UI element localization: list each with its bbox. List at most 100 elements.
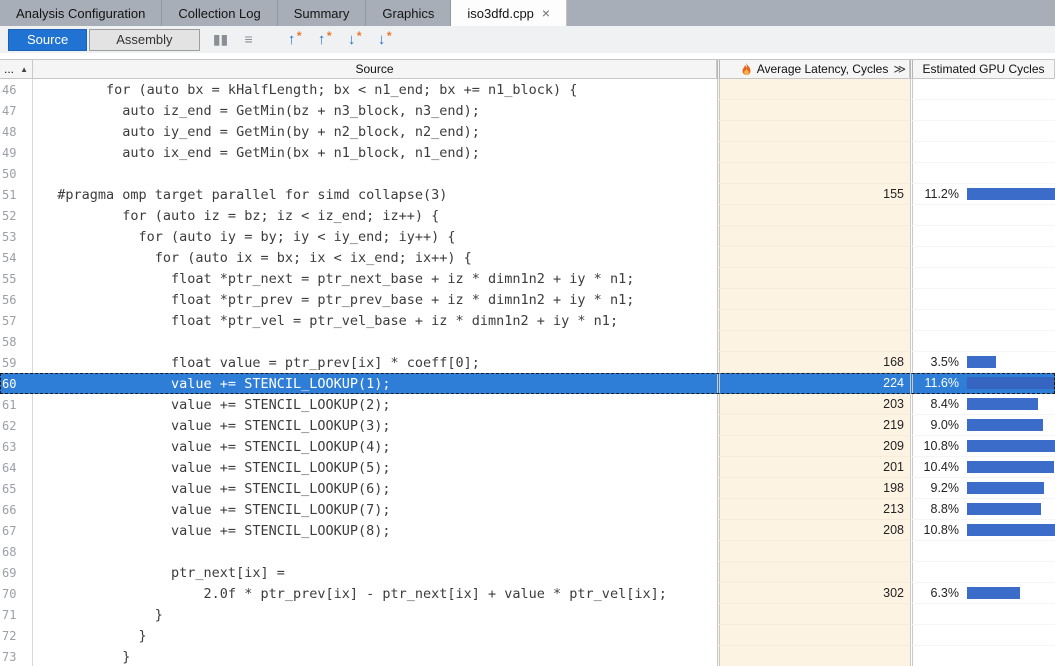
gpu-percent: 11.2% <box>913 187 959 201</box>
table-row[interactable]: 62 value += STENCIL_LOOKUP(3);2199.0% <box>0 415 1055 436</box>
nav-arrow-glyph: ↑ <box>318 31 326 48</box>
gpu-cycles-bar <box>967 587 1020 599</box>
line-number: 48 <box>0 121 33 142</box>
gpu-cycles-bar <box>967 524 1055 536</box>
table-row[interactable]: 56 float *ptr_prev = ptr_prev_base + iz … <box>0 289 1055 310</box>
prev-max-latency-line-icon[interactable]: ↑* <box>280 29 304 51</box>
gpu-cell <box>910 142 1055 163</box>
gpu-cell <box>910 562 1055 583</box>
table-row[interactable]: 69 ptr_next[ix] = <box>0 562 1055 583</box>
latency-value <box>717 100 910 121</box>
source-code: value += STENCIL_LOOKUP(2); <box>33 394 717 415</box>
latency-value <box>717 289 910 310</box>
latency-value <box>717 625 910 646</box>
tab-analysis-configuration[interactable]: Analysis Configuration <box>0 0 162 26</box>
table-row[interactable]: 61 value += STENCIL_LOOKUP(2);2038.4% <box>0 394 1055 415</box>
table-row[interactable]: 64 value += STENCIL_LOOKUP(5);20110.4% <box>0 457 1055 478</box>
table-row[interactable]: 65 value += STENCIL_LOOKUP(6);1989.2% <box>0 478 1055 499</box>
table-row[interactable]: 67 value += STENCIL_LOOKUP(8);20810.8% <box>0 520 1055 541</box>
gpu-cell: 8.8% <box>910 499 1055 520</box>
tab-collection-log[interactable]: Collection Log <box>162 0 277 26</box>
gpu-percent: 11.6% <box>913 376 959 390</box>
table-row[interactable]: 57 float *ptr_vel = ptr_vel_base + iz * … <box>0 310 1055 331</box>
table-row[interactable]: 53 for (auto iy = by; iy < iy_end; iy++)… <box>0 226 1055 247</box>
nav-arrow-glyph: ↓ <box>378 31 386 48</box>
table-row[interactable]: 50 <box>0 163 1055 184</box>
nav-star-glyph: * <box>357 29 362 43</box>
gpu-cell <box>910 331 1055 352</box>
nav-arrow-glyph: ↑ <box>288 31 296 48</box>
line-column-label: ... <box>4 62 14 76</box>
table-row[interactable]: 73 } <box>0 646 1055 666</box>
latency-value <box>717 142 910 163</box>
document-tabbar: Analysis ConfigurationCollection LogSumm… <box>0 0 1055 26</box>
latency-value: 213 <box>717 499 910 520</box>
table-row[interactable]: 72 } <box>0 625 1055 646</box>
assembly-view-button[interactable]: Assembly <box>89 29 199 51</box>
column-header-source[interactable]: Source <box>33 60 717 78</box>
prev-hotspot-icon[interactable]: ↓* <box>340 29 364 51</box>
line-number: 63 <box>0 436 33 457</box>
table-row[interactable]: 47 auto iz_end = GetMin(bz + n3_block, n… <box>0 100 1055 121</box>
table-row[interactable]: 48 auto iy_end = GetMin(by + n2_block, n… <box>0 121 1055 142</box>
source-view-button[interactable]: Source <box>8 29 87 51</box>
table-row[interactable]: 66 value += STENCIL_LOOKUP(7);2138.8% <box>0 499 1055 520</box>
line-number: 53 <box>0 226 33 247</box>
latency-value <box>717 268 910 289</box>
table-row[interactable]: 70 2.0f * ptr_prev[ix] - ptr_next[ix] + … <box>0 583 1055 604</box>
sort-asc-icon: ▲ <box>20 65 28 74</box>
gpu-cell <box>910 226 1055 247</box>
source-code: for (auto iy = by; iy < iy_end; iy++) { <box>33 226 717 247</box>
table-row[interactable]: 59 float value = ptr_prev[ix] * coeff[0]… <box>0 352 1055 373</box>
gpu-percent: 10.8% <box>913 439 959 453</box>
line-number: 73 <box>0 646 33 666</box>
next-max-latency-line-icon[interactable]: ↑* <box>310 29 334 51</box>
latency-value: 168 <box>717 352 910 373</box>
expand-columns-icon[interactable]: ≫ <box>893 62 906 76</box>
latency-value <box>717 562 910 583</box>
line-number: 56 <box>0 289 33 310</box>
source-code: auto iy_end = GetMin(by + n2_block, n2_e… <box>33 121 717 142</box>
latency-value: 209 <box>717 436 910 457</box>
tab-graphics[interactable]: Graphics <box>366 0 451 26</box>
gpu-percent: 6.3% <box>913 586 959 600</box>
table-row[interactable]: 46 for (auto bx = kHalfLength; bx < n1_e… <box>0 79 1055 100</box>
table-row[interactable]: 52 for (auto iz = bz; iz < iz_end; iz++)… <box>0 205 1055 226</box>
line-number: 47 <box>0 100 33 121</box>
source-code: float *ptr_vel = ptr_vel_base + iz * dim… <box>33 310 717 331</box>
table-row[interactable]: 60 value += STENCIL_LOOKUP(1);22411.6% <box>0 373 1055 394</box>
next-hotspot-icon[interactable]: ↓* <box>370 29 394 51</box>
gpu-cell <box>910 541 1055 562</box>
column-header-gpu[interactable]: Estimated GPU Cycles <box>910 60 1055 78</box>
side-by-side-layout-icon[interactable]: ▮▮ <box>212 31 230 48</box>
tab-close-icon[interactable]: × <box>542 6 550 20</box>
column-header-line[interactable]: ... ▲ <box>0 60 33 78</box>
latency-value <box>717 646 910 666</box>
table-row[interactable]: 68 <box>0 541 1055 562</box>
stacked-layout-icon[interactable]: ≡ <box>240 31 258 48</box>
table-row[interactable]: 49 auto ix_end = GetMin(bx + n1_block, n… <box>0 142 1055 163</box>
column-header-latency[interactable]: Average Latency, Cycles ≫ <box>717 60 910 78</box>
source-code: value += STENCIL_LOOKUP(1); <box>33 373 717 394</box>
table-row[interactable]: 63 value += STENCIL_LOOKUP(4);20910.8% <box>0 436 1055 457</box>
tab-label: iso3dfd.cpp <box>467 6 534 21</box>
tab-iso3dfd-cpp[interactable]: iso3dfd.cpp × <box>451 0 567 26</box>
line-number: 58 <box>0 331 33 352</box>
table-row[interactable]: 71 } <box>0 604 1055 625</box>
tab-summary[interactable]: Summary <box>278 0 367 26</box>
gpu-cell <box>910 205 1055 226</box>
source-grid: 46 for (auto bx = kHalfLength; bx < n1_e… <box>0 79 1055 666</box>
source-code: float value = ptr_prev[ix] * coeff[0]; <box>33 352 717 373</box>
latency-value: 224 <box>717 373 910 394</box>
latency-value: 198 <box>717 478 910 499</box>
table-row[interactable]: 58 <box>0 331 1055 352</box>
gpu-cycles-bar <box>967 503 1041 515</box>
nav-arrow-glyph: ↓ <box>348 31 356 48</box>
gpu-percent: 9.2% <box>913 481 959 495</box>
table-row[interactable]: 54 for (auto ix = bx; ix < ix_end; ix++)… <box>0 247 1055 268</box>
source-code: } <box>33 646 717 666</box>
table-row[interactable]: 55 float *ptr_next = ptr_next_base + iz … <box>0 268 1055 289</box>
table-row[interactable]: 51 #pragma omp target parallel for simd … <box>0 184 1055 205</box>
line-number: 70 <box>0 583 33 604</box>
line-number: 67 <box>0 520 33 541</box>
